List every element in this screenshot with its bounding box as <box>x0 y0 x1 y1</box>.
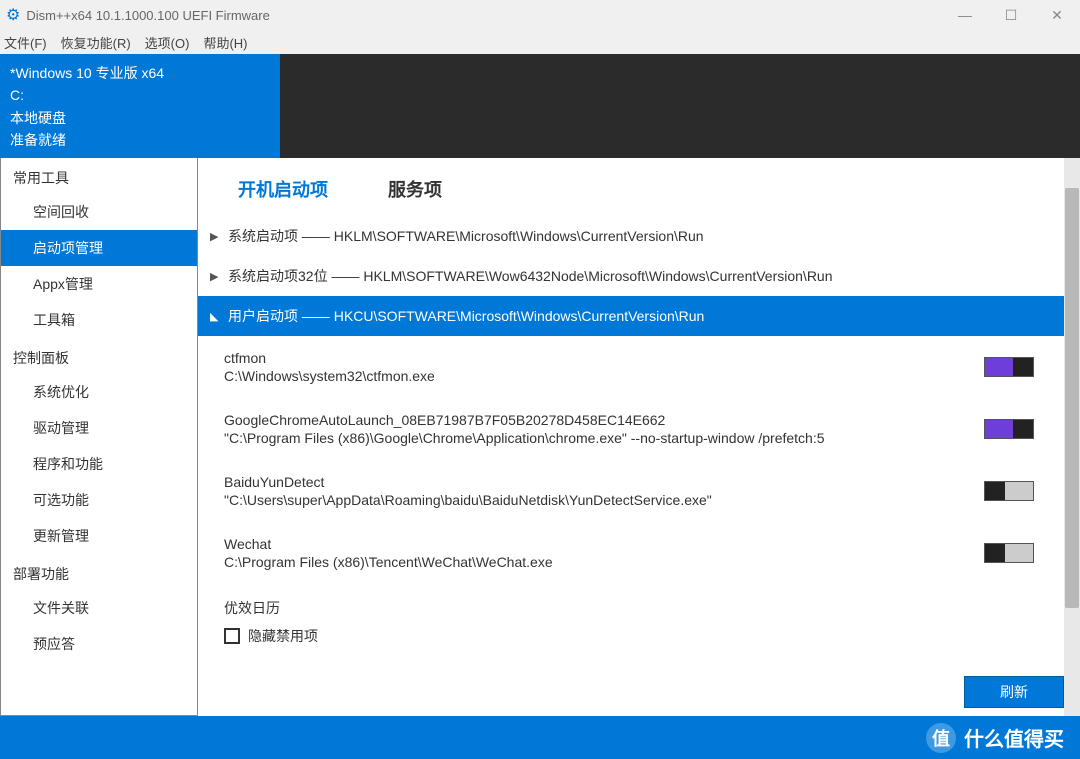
entry-name: 优效日历 <box>224 598 1046 618</box>
menu-file[interactable]: 文件(F) <box>4 33 47 52</box>
sidebar: 常用工具 空间回收 启动项管理 Appx管理 工具箱 控制面板 系统优化 驱动管… <box>0 158 198 716</box>
toggle-ctfmon[interactable] <box>984 357 1034 377</box>
sidebar-item-drivers[interactable]: 驱动管理 <box>1 410 197 446</box>
info-disk-type: 本地硬盘 <box>10 107 270 129</box>
menu-recovery[interactable]: 恢复功能(R) <box>61 33 131 52</box>
footer-text: 什么值得买 <box>964 723 1064 752</box>
sidebar-item-appx[interactable]: Appx管理 <box>1 266 197 302</box>
entry-path: C:\Program Files (x86)\Tencent\WeChat\We… <box>224 554 984 570</box>
startup-entry-wechat[interactable]: Wechat C:\Program Files (x86)\Tencent\We… <box>198 522 1064 584</box>
hide-disabled-checkbox[interactable] <box>224 628 240 644</box>
info-os: *Windows 10 专业版 x64 <box>10 62 270 84</box>
sidebar-item-updates[interactable]: 更新管理 <box>1 518 197 554</box>
info-strip: *Windows 10 专业版 x64 C: 本地硬盘 准备就绪 <box>0 54 1080 158</box>
hide-disabled-label: 隐藏禁用项 <box>248 626 318 646</box>
close-button[interactable]: ✕ <box>1034 0 1080 30</box>
startup-entry-chrome[interactable]: GoogleChromeAutoLaunch_08EB71987B7F05B20… <box>198 398 1064 460</box>
entry-name: GoogleChromeAutoLaunch_08EB71987B7F05B20… <box>224 412 984 428</box>
group-system-startup[interactable]: ▶ 系统启动项 —— HKLM\SOFTWARE\Microsoft\Windo… <box>198 216 1064 256</box>
group-label: 系统启动项 —— HKLM\SOFTWARE\Microsoft\Windows… <box>228 226 704 246</box>
sidebar-group-deploy: 部署功能 <box>1 554 197 590</box>
info-status: 准备就绪 <box>10 129 270 151</box>
sidebar-group-common: 常用工具 <box>1 158 197 194</box>
footer-badge-icon: 值 <box>926 723 956 753</box>
entry-name: BaiduYunDetect <box>224 474 984 490</box>
startup-entry-baidu[interactable]: BaiduYunDetect "C:\Users\super\AppData\R… <box>198 460 1064 522</box>
info-drive: C: <box>10 84 270 106</box>
entry-path: "C:\Users\super\AppData\Roaming\baidu\Ba… <box>224 492 984 508</box>
system-info-box[interactable]: *Windows 10 专业版 x64 C: 本地硬盘 准备就绪 <box>0 54 280 158</box>
refresh-label: 刷新 <box>1000 682 1028 702</box>
maximize-button[interactable]: ☐ <box>988 0 1034 30</box>
startup-entry-ctfmon[interactable]: ctfmon C:\Windows\system32\ctfmon.exe <box>198 336 1064 398</box>
sidebar-group-control: 控制面板 <box>1 338 197 374</box>
group-system-startup-32[interactable]: ▶ 系统启动项32位 —— HKLM\SOFTWARE\Wow6432Node\… <box>198 256 1064 296</box>
entry-path: C:\Windows\system32\ctfmon.exe <box>224 368 984 384</box>
entry-name: ctfmon <box>224 350 984 366</box>
tab-services[interactable]: 服务项 <box>388 176 442 202</box>
sidebar-item-toolbox[interactable]: 工具箱 <box>1 302 197 338</box>
hide-disabled-row: 隐藏禁用项 <box>198 620 1064 652</box>
chevron-right-icon: ▶ <box>210 270 220 283</box>
sidebar-item-unattend[interactable]: 预应答 <box>1 626 197 662</box>
group-label: 系统启动项32位 —— HKLM\SOFTWARE\Wow6432Node\Mi… <box>228 266 833 286</box>
app-icon: ⚙ <box>6 5 20 25</box>
window-controls: — ☐ ✕ <box>942 0 1080 30</box>
toggle-baidu[interactable] <box>984 481 1034 501</box>
menu-options[interactable]: 选项(O) <box>145 33 190 52</box>
refresh-button[interactable]: 刷新 <box>964 676 1064 708</box>
entry-name: Wechat <box>224 536 984 552</box>
group-label: 用户启动项 —— HKCU\SOFTWARE\Microsoft\Windows… <box>228 306 704 326</box>
scrollbar[interactable] <box>1064 158 1080 716</box>
sidebar-item-file-assoc[interactable]: 文件关联 <box>1 590 197 626</box>
group-user-startup[interactable]: ◣ 用户启动项 —— HKCU\SOFTWARE\Microsoft\Windo… <box>198 296 1064 336</box>
sidebar-item-cleanup[interactable]: 空间回收 <box>1 194 197 230</box>
content: 开机启动项 服务项 ▶ 系统启动项 —— HKLM\SOFTWARE\Micro… <box>198 158 1080 716</box>
menubar: 文件(F) 恢复功能(R) 选项(O) 帮助(H) <box>0 30 1080 54</box>
scrollbar-thumb[interactable] <box>1065 188 1079 608</box>
tab-startup[interactable]: 开机启动项 <box>238 176 328 202</box>
chevron-right-icon: ▶ <box>210 230 220 243</box>
main: 常用工具 空间回收 启动项管理 Appx管理 工具箱 控制面板 系统优化 驱动管… <box>0 158 1080 716</box>
sidebar-item-startup[interactable]: 启动项管理 <box>1 230 197 266</box>
info-dark-area <box>280 54 1080 158</box>
chevron-down-icon: ◣ <box>210 310 220 323</box>
footer-watermark: 值 什么值得买 <box>0 716 1080 759</box>
toggle-wechat[interactable] <box>984 543 1034 563</box>
titlebar: ⚙ Dism++x64 10.1.1000.100 UEFI Firmware … <box>0 0 1080 30</box>
entry-path: "C:\Program Files (x86)\Google\Chrome\Ap… <box>224 430 984 446</box>
startup-list: ▶ 系统启动项 —— HKLM\SOFTWARE\Microsoft\Windo… <box>198 216 1064 652</box>
menu-help[interactable]: 帮助(H) <box>203 33 247 52</box>
sidebar-item-optimize[interactable]: 系统优化 <box>1 374 197 410</box>
sidebar-item-optional[interactable]: 可选功能 <box>1 482 197 518</box>
tab-bar: 开机启动项 服务项 <box>198 158 1064 216</box>
minimize-button[interactable]: — <box>942 0 988 30</box>
toggle-chrome[interactable] <box>984 419 1034 439</box>
window-title: Dism++x64 10.1.1000.100 UEFI Firmware <box>26 8 942 23</box>
startup-entry-calendar[interactable]: 优效日历 <box>198 584 1064 620</box>
sidebar-item-programs[interactable]: 程序和功能 <box>1 446 197 482</box>
